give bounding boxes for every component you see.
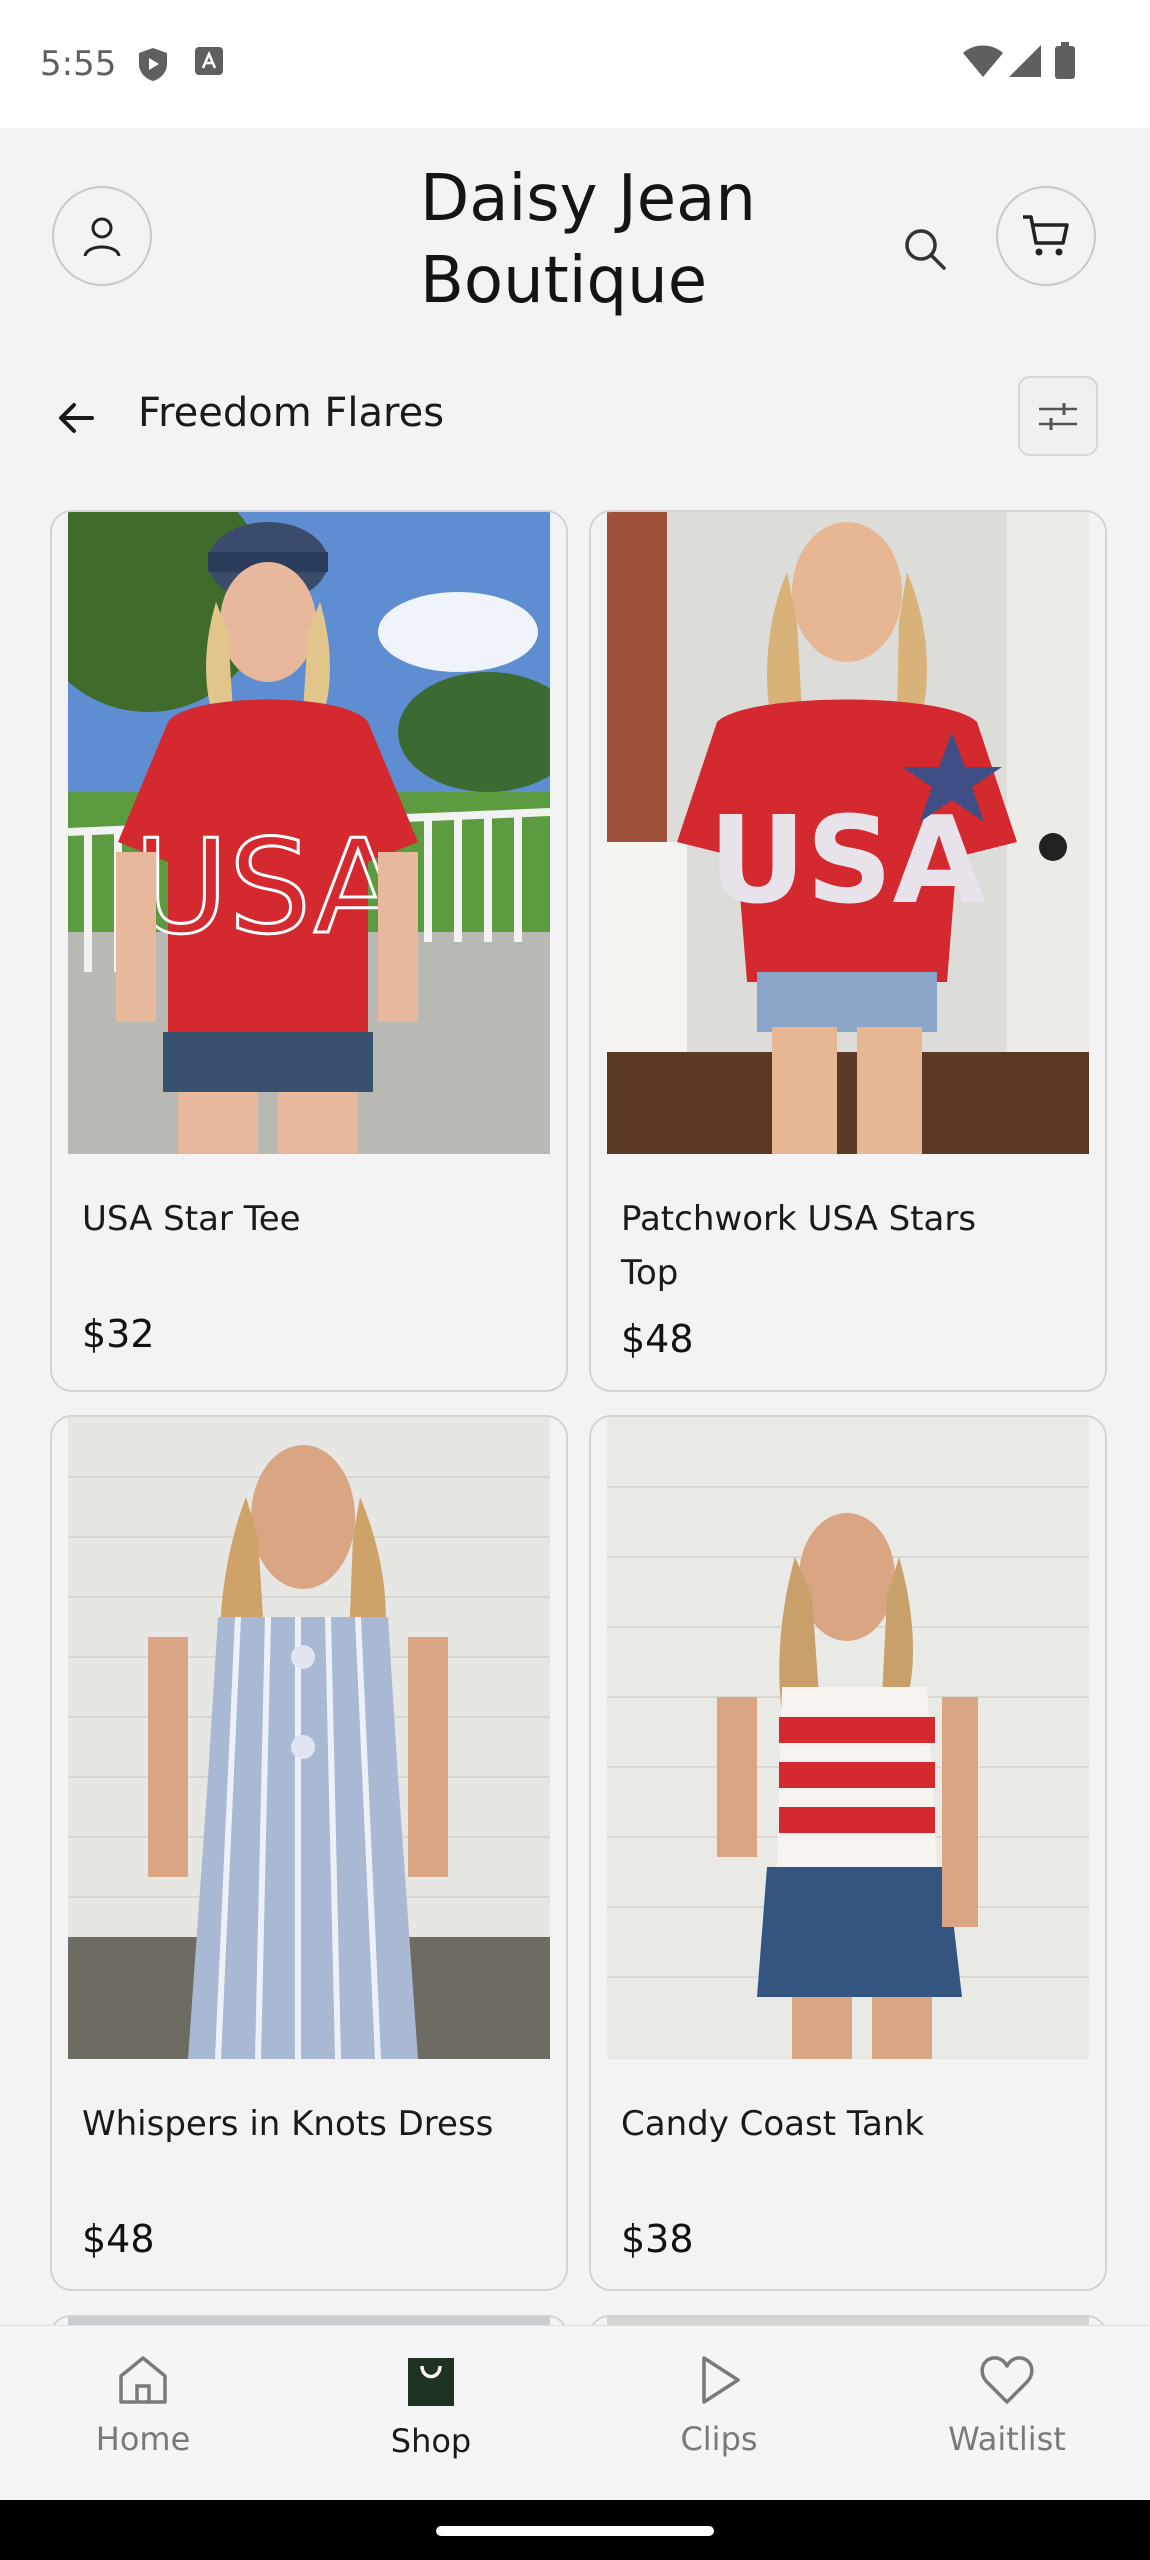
search-button[interactable]: [890, 214, 960, 284]
user-icon: [83, 217, 121, 257]
product-card-whispers-in-knots-dress[interactable]: Whispers in Knots Dress $48: [50, 1415, 568, 2291]
nav-shop-label: Shop: [390, 2422, 472, 2460]
play-icon: [702, 2356, 740, 2404]
collection-title: Freedom Flares: [138, 390, 445, 436]
product-card-candy-coast-tank[interactable]: Candy Coast Tank $38: [589, 1415, 1107, 2291]
app-header: Daisy Jean Boutique: [0, 128, 1150, 358]
product-name: USA Star Tee: [82, 1199, 301, 1239]
cart-button[interactable]: [996, 186, 1096, 286]
nav-clips-label: Clips: [680, 2420, 758, 2458]
status-bar: 5:55: [0, 0, 1150, 128]
wifi-icon: [962, 44, 1004, 82]
nav-waitlist-label: Waitlist: [948, 2420, 1066, 2458]
product-image: [68, 1417, 550, 2059]
shop-bag-icon: [408, 2358, 454, 2406]
product-image: USA: [607, 512, 1089, 1154]
shield-icon: [136, 46, 170, 86]
brand-title: Daisy Jean Boutique: [420, 162, 756, 318]
product-price: $32: [82, 1312, 155, 1356]
product-price: $38: [621, 2217, 694, 2261]
product-name: Candy Coast Tank: [621, 2104, 925, 2144]
nav-home[interactable]: Home: [43, 2354, 243, 2458]
sliders-icon: [1039, 403, 1077, 430]
font-icon: [194, 46, 224, 80]
product-card-usa-star-tee[interactable]: USA USA Star Tee $32: [50, 510, 568, 1392]
svg-text:USA: USA: [709, 792, 986, 931]
filter-button[interactable]: [1018, 376, 1098, 456]
product-image: [607, 1417, 1089, 2059]
nav-waitlist[interactable]: Waitlist: [907, 2354, 1107, 2458]
home-gesture-handle[interactable]: [436, 2526, 714, 2536]
search-icon: [905, 229, 946, 270]
nav-clips[interactable]: Clips: [619, 2354, 819, 2458]
collection-header: Freedom Flares: [0, 370, 1150, 470]
product-price: $48: [621, 1317, 694, 1361]
product-card-patchwork-usa-stars-top[interactable]: USA Patchwork USA Stars Top $48: [589, 510, 1107, 1392]
svg-text:USA: USA: [133, 811, 402, 963]
account-button[interactable]: [52, 186, 152, 286]
status-time: 5:55: [40, 44, 117, 84]
bottom-navigation: Home Shop Clips Waitlist: [0, 2325, 1150, 2501]
home-icon: [119, 2356, 167, 2404]
battery-icon: [1054, 42, 1076, 84]
nav-home-label: Home: [95, 2420, 191, 2458]
nav-shop[interactable]: Shop: [331, 2354, 531, 2460]
product-name: Whispers in Knots Dress: [82, 2104, 494, 2144]
product-name: Patchwork USA Stars Top: [621, 1199, 977, 1293]
product-image: USA: [68, 512, 550, 1154]
system-gesture-bar: [0, 2500, 1150, 2560]
back-button[interactable]: [48, 390, 104, 446]
heart-icon: [980, 2356, 1034, 2404]
arrow-left-icon: [59, 403, 94, 433]
cart-icon: [1023, 215, 1069, 256]
signal-icon: [1008, 44, 1042, 82]
product-price: $48: [82, 2217, 155, 2261]
